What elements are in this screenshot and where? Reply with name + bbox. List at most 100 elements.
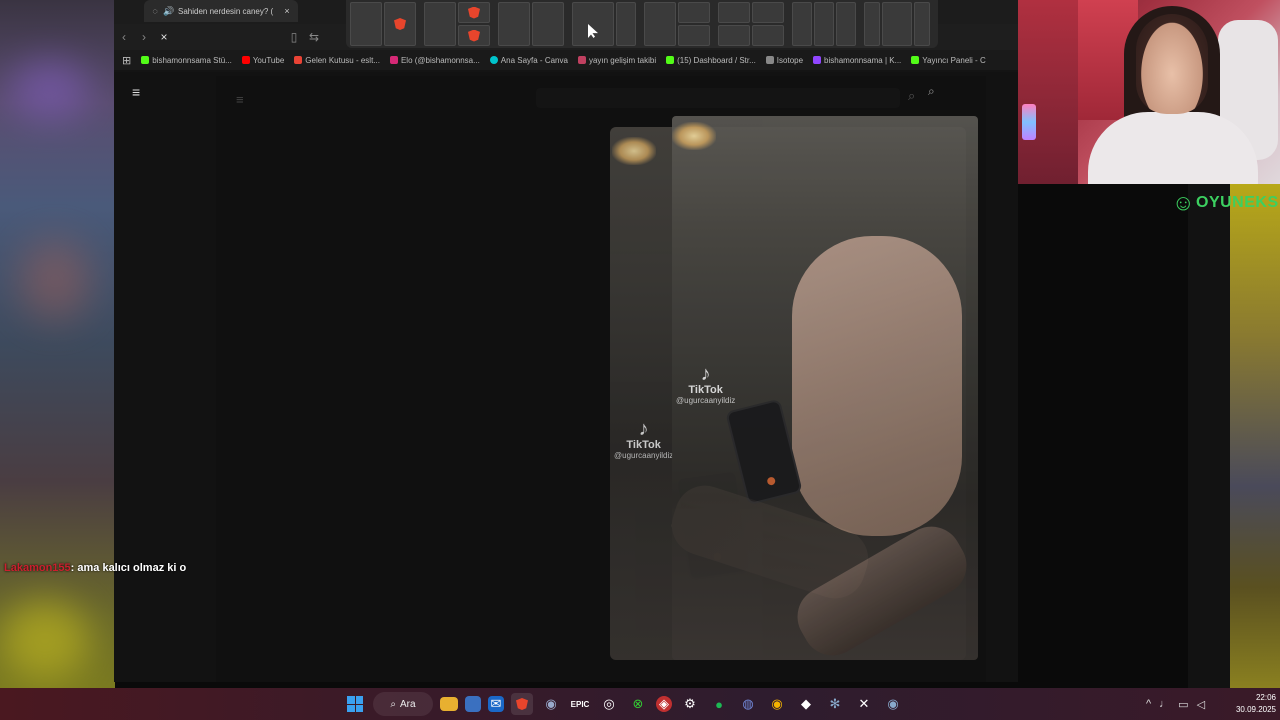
discord-icon[interactable]: ◍	[737, 693, 759, 715]
snap-layout[interactable]	[572, 2, 636, 46]
youtube-icon	[241, 56, 250, 64]
ceiling-light	[612, 137, 656, 165]
chrome-icon[interactable]: ◉	[766, 693, 788, 715]
loading-icon: ◌	[152, 6, 158, 16]
bookmark-item[interactable]: yayın gelişim takibi	[577, 56, 656, 65]
network-icon[interactable]: ▭	[1178, 698, 1188, 711]
bookmark-item[interactable]: Gelen Kutusu - eslt...	[294, 56, 380, 65]
streamer-face	[1136, 14, 1208, 114]
sponsor-logo: ☺ OYUNEKS	[1172, 190, 1279, 215]
chat-username: Lakamon155	[4, 562, 71, 574]
clock[interactable]: 22:06 30.09.2025	[1226, 692, 1276, 716]
screen: ◌ 🔊 Sahiden nerdesin caney? ( × ‹ › × ▯ …	[0, 0, 1280, 720]
chat-message: Lakamon155: ama kalıcı olmaz ki o	[4, 562, 186, 574]
forward-button[interactable]: ›	[134, 27, 154, 47]
file-explorer-icon[interactable]	[440, 697, 458, 711]
volume-icon[interactable]: ◁	[1197, 698, 1205, 711]
brave-icon	[468, 6, 480, 19]
desktop-strip	[1188, 184, 1230, 688]
streamer-body	[1088, 112, 1258, 184]
blurred-desktop-left	[0, 0, 115, 688]
outlook-icon[interactable]: ✉	[488, 696, 504, 712]
search-icon[interactable]: ⌕	[928, 84, 935, 99]
snap-layout[interactable]	[864, 2, 930, 46]
snap-layout[interactable]	[644, 2, 710, 46]
webcam-feed	[1018, 0, 1280, 184]
search-input[interactable]	[536, 88, 900, 108]
search-icon[interactable]: ⌕	[908, 88, 915, 104]
snap-layout[interactable]	[424, 2, 490, 46]
bookmark-item[interactable]: Yayıncı Paneli - C	[911, 56, 986, 65]
tab-title: Sahiden nerdesin caney? (	[178, 6, 274, 16]
bookmark-item[interactable]: bishamonnsama Stü...	[141, 56, 232, 65]
arm-image	[786, 515, 978, 667]
rgb-light	[1022, 104, 1036, 140]
epic-games-icon[interactable]: EPIC	[569, 693, 591, 715]
steam-icon[interactable]: ◉	[882, 693, 904, 715]
bookmark-item[interactable]: bishamonnsama | K...	[813, 56, 901, 65]
head-image	[792, 236, 962, 536]
dashboard-icon	[666, 56, 675, 64]
window-snap-layouts	[346, 0, 938, 48]
chevron-up-icon[interactable]: ^	[1146, 698, 1151, 710]
twitch-icon	[813, 56, 822, 64]
brave-icon[interactable]	[511, 693, 533, 715]
tiktok-watermark: ♪ TikTok @ugurcaanyildiz	[614, 418, 674, 460]
panel-icon	[911, 56, 920, 64]
spotify-icon[interactable]: ●	[708, 693, 730, 715]
tiktok-icon: ♪	[700, 363, 711, 385]
capcut-icon[interactable]: ✕	[853, 693, 875, 715]
brave-icon	[468, 29, 480, 42]
store-icon[interactable]	[465, 696, 481, 712]
search-icon: ⌕	[390, 698, 397, 710]
gmail-icon	[294, 56, 303, 64]
steam-icon[interactable]: ◉	[540, 693, 562, 715]
system-tray: ^ ♩ ▭ ◁	[1146, 688, 1205, 720]
bookmark-icon[interactable]: ▯	[284, 27, 304, 47]
microphone-icon[interactable]: ♩	[1159, 698, 1170, 710]
isotope-icon	[765, 56, 774, 64]
apps-icon[interactable]: ⊞	[122, 54, 131, 67]
kick-icon	[141, 56, 150, 64]
snap-layout[interactable]	[718, 2, 784, 46]
browser-tab[interactable]: ◌ 🔊 Sahiden nerdesin caney? ( ×	[144, 0, 298, 22]
gear-icon[interactable]: ✻	[824, 693, 846, 715]
snap-layout[interactable]	[350, 2, 416, 46]
windows-icon	[347, 696, 363, 712]
brave-icon	[394, 18, 406, 30]
xbox-icon[interactable]: ⊗	[627, 693, 649, 715]
start-button[interactable]	[344, 693, 366, 715]
ceiling-light	[672, 122, 716, 150]
snap-layout[interactable]	[498, 2, 564, 46]
settings-icon[interactable]: ⚙	[679, 693, 701, 715]
bookmark-item[interactable]: (15) Dashboard / Str...	[666, 56, 756, 65]
bookmarks-bar: ⊞ bishamonnsama Stü... YouTube Gelen Kut…	[114, 50, 1018, 70]
app-icon[interactable]: ◆	[795, 693, 817, 715]
site-settings-icon[interactable]: ⇆	[304, 27, 324, 47]
taskbar: ⌕ Ara ✉ ◉ EPIC ◎ ⊗ ◈ ⚙ ● ◍ ◉ ◆ ✻ ✕ ◉ ^ ♩…	[0, 688, 1280, 720]
oyuneks-icon: ☺	[1172, 190, 1195, 215]
obs-icon[interactable]: ◎	[598, 693, 620, 715]
snap-layout[interactable]	[792, 2, 856, 46]
red-app-icon[interactable]: ◈	[656, 696, 672, 712]
instagram-icon	[389, 56, 398, 64]
back-button[interactable]: ‹	[114, 27, 134, 47]
close-icon[interactable]: ×	[282, 6, 292, 16]
tiktok-watermark: ♪ TikTok @ugurcaanyildiz	[676, 363, 736, 405]
tiktok-icon: ♪	[638, 418, 649, 440]
menu-icon[interactable]: ≡	[236, 92, 244, 107]
bookmark-item[interactable]: Isotope	[765, 56, 803, 65]
canva-icon	[489, 56, 498, 64]
bookmark-item[interactable]: YouTube	[241, 56, 284, 65]
taskbar-apps: ⌕ Ara ✉ ◉ EPIC ◎ ⊗ ◈ ⚙ ● ◍ ◉ ◆ ✻ ✕ ◉	[344, 688, 904, 720]
stop-button[interactable]: ×	[154, 27, 174, 47]
bookmark-item[interactable]: Ana Sayfa - Canva	[489, 56, 568, 65]
sheet-icon	[577, 56, 586, 64]
chat-text: : ama kalıcı olmaz ki o	[70, 562, 187, 574]
menu-icon[interactable]: ≡	[132, 84, 140, 100]
bookmark-item[interactable]: Elo (@bishamonnsa...	[389, 56, 480, 65]
taskbar-search[interactable]: ⌕ Ara	[373, 692, 433, 716]
blurred-desktop-right	[1230, 184, 1280, 688]
speaker-icon: 🔊	[163, 5, 175, 16]
video-frame-front[interactable]: ♪ TikTok @ugurcaanyildiz	[672, 116, 978, 667]
